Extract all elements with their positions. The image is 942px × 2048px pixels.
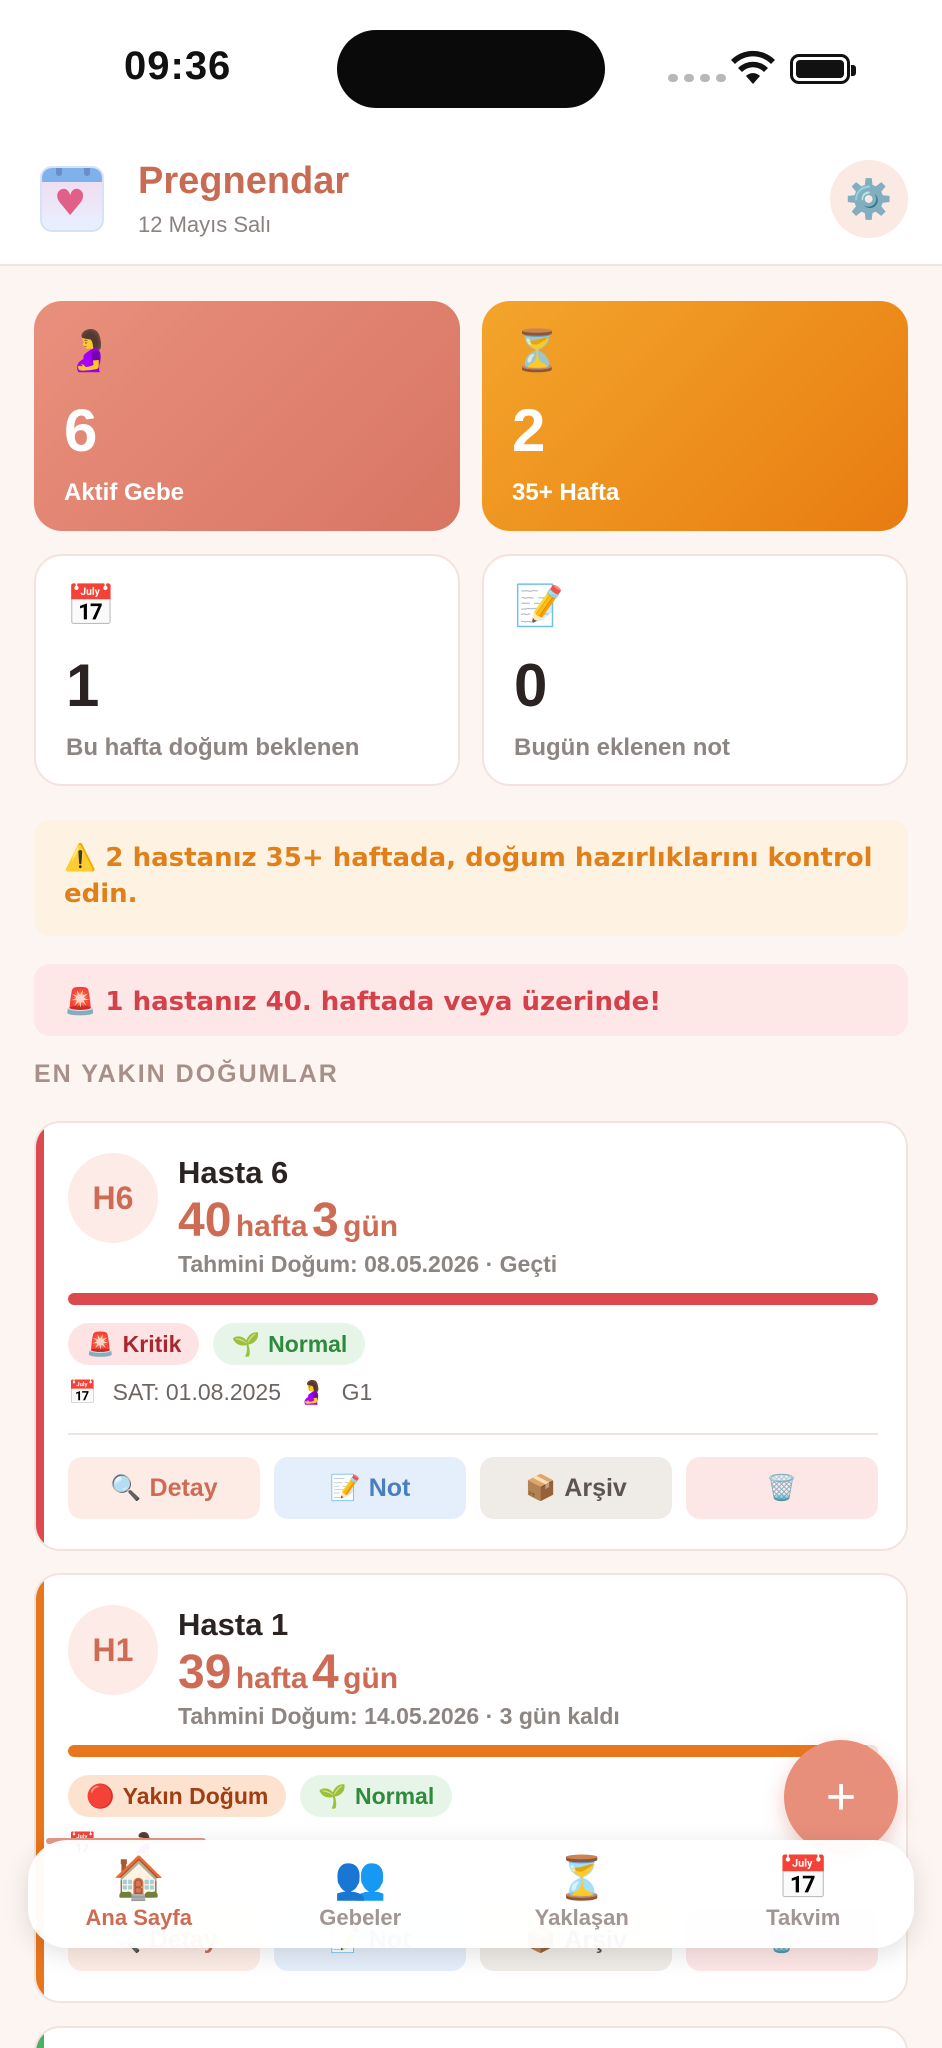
- tab-upcoming[interactable]: ⏳ Yaklaşan: [482, 1857, 682, 1931]
- risk-color-bar: [36, 1123, 44, 1549]
- tag-row: 🚨 Kritik 🌱 Normal: [68, 1323, 366, 1365]
- status-time: 09:36: [124, 44, 232, 88]
- seedling-icon: 🌱: [318, 1783, 347, 1810]
- near-birth-tag: 🔴 Yakın Doğum: [68, 1775, 287, 1817]
- stat-value: 1: [66, 652, 100, 719]
- stat-label: Bugün eklenen not: [514, 734, 730, 761]
- critical-tag: 🚨 Kritik: [68, 1323, 200, 1365]
- risk-color-bar: [36, 2028, 44, 2048]
- divider: [68, 1433, 878, 1435]
- pregnant-woman-icon: 🤰: [297, 1380, 326, 1406]
- weeks-value: 40: [178, 1194, 232, 1247]
- days-value: 3: [311, 1194, 339, 1247]
- progress-fill: [68, 1745, 870, 1757]
- patient-name: Hasta 1: [178, 1607, 289, 1642]
- weeks-unit: hafta: [235, 1662, 308, 1695]
- stat-card-35-weeks[interactable]: ⏳ 2 35+ Hafta: [482, 301, 908, 531]
- cellular-signal-icon: [668, 74, 726, 82]
- hourglass-icon: ⏳: [512, 328, 562, 374]
- progress-fill: [68, 1293, 878, 1305]
- people-icon: 👥: [334, 1853, 387, 1902]
- settings-button[interactable]: ⚙️: [830, 160, 908, 238]
- patient-avatar: H1: [68, 1605, 158, 1695]
- pregnancy-age: 39 hafta 4 gün: [178, 1645, 398, 1700]
- warning-alert: ⚠️ 2 hastanız 35+ haftada, doğum hazırlı…: [34, 820, 908, 936]
- tab-label: Takvim: [766, 1905, 841, 1930]
- pregnant-woman-icon: 🤰: [64, 328, 114, 374]
- tag-label: Kritik: [122, 1330, 182, 1357]
- add-patient-button[interactable]: +: [784, 1740, 898, 1854]
- calendar-icon: 📅: [68, 1380, 97, 1406]
- normal-tag: 🌱 Normal: [213, 1323, 366, 1365]
- status-bar: 09:36: [0, 0, 942, 140]
- stat-label: Bu hafta doğum beklenen: [66, 734, 360, 761]
- dynamic-island: [337, 30, 605, 108]
- siren-icon: 🚨: [86, 1331, 115, 1358]
- magnifier-icon: 🔍: [110, 1473, 142, 1502]
- weeks-unit: hafta: [235, 1210, 308, 1243]
- critical-alert: 🚨 1 hastanız 40. haftada veya üzerinde!: [34, 964, 908, 1036]
- days-unit: gün: [343, 1210, 399, 1243]
- info-row: 📅 SAT: 01.08.2025 🤰 G1: [68, 1379, 372, 1406]
- stat-card-due-this-week[interactable]: 📅 1 Bu hafta doğum beklenen: [34, 554, 460, 786]
- app-logo-icon: ♥: [40, 166, 104, 232]
- battery-icon: [790, 54, 856, 84]
- detail-button[interactable]: 🔍 Detay: [68, 1457, 260, 1519]
- lmp-date: SAT: 01.08.2025: [112, 1379, 282, 1405]
- tag-label: Normal: [354, 1782, 435, 1809]
- delete-button[interactable]: 🗑️: [686, 1457, 878, 1519]
- wifi-icon: [731, 50, 775, 84]
- header-date: 12 Mayıs Salı: [138, 212, 272, 237]
- patient-name: Hasta 6: [178, 1155, 289, 1190]
- tab-label: Yaklaşan: [534, 1905, 629, 1930]
- patient-card[interactable]: H6 Hasta 6 40 hafta 3 gün Tahmini Doğum:…: [34, 1121, 908, 1551]
- due-date: Tahmini Doğum: 14.05.2026 · 3 gün kaldı: [178, 1703, 620, 1729]
- due-date: Tahmini Doğum: 08.05.2026 · Geçti: [178, 1251, 558, 1277]
- tab-pregnant-list[interactable]: 👥 Gebeler: [260, 1857, 460, 1931]
- memo-icon: 📝: [329, 1473, 361, 1502]
- action-row: 🔍 Detay 📝 Not 📦 Arşiv 🗑️: [68, 1457, 878, 1519]
- bottom-navigation: 🏠 Ana Sayfa 👥 Gebeler ⏳ Yaklaşan 📅 Takvi…: [28, 1840, 914, 1948]
- pregnancy-progress-bar: [68, 1293, 878, 1305]
- hourglass-icon: ⏳: [555, 1853, 608, 1902]
- section-title-upcoming-births: EN YAKIN DOĞUMLAR: [34, 1060, 339, 1088]
- pregnancy-progress-bar: [68, 1745, 878, 1757]
- app-title: Pregnendar: [138, 160, 350, 202]
- trash-icon: 🗑️: [766, 1473, 798, 1502]
- stat-card-notes-today[interactable]: 📝 0 Bugün eklenen not: [482, 554, 908, 786]
- stat-value: 2: [512, 397, 546, 464]
- tag-label: Yakın Doğum: [122, 1782, 269, 1809]
- note-button[interactable]: 📝 Not: [274, 1457, 466, 1519]
- gravida: G1: [341, 1379, 373, 1405]
- calendar-icon: 📅: [777, 1853, 830, 1902]
- tag-label: Normal: [268, 1330, 348, 1357]
- tab-calendar[interactable]: 📅 Takvim: [703, 1857, 903, 1931]
- tag-row: 🔴 Yakın Doğum 🌱 Normal: [68, 1775, 453, 1817]
- tab-label: Ana Sayfa: [85, 1905, 192, 1930]
- patient-card[interactable]: [34, 2026, 908, 2048]
- stat-value: 6: [64, 397, 98, 464]
- seedling-icon: 🌱: [231, 1331, 261, 1358]
- stat-label: 35+ Hafta: [512, 479, 620, 506]
- stat-card-active-pregnant[interactable]: 🤰 6 Aktif Gebe: [34, 301, 460, 531]
- patient-avatar: H6: [68, 1153, 158, 1243]
- package-icon: 📦: [525, 1473, 557, 1502]
- days-unit: gün: [343, 1662, 399, 1695]
- archive-button[interactable]: 📦 Arşiv: [480, 1457, 672, 1519]
- tab-home[interactable]: 🏠 Ana Sayfa: [39, 1857, 239, 1931]
- memo-icon: 📝: [514, 583, 564, 629]
- weeks-value: 39: [178, 1646, 232, 1699]
- house-icon: 🏠: [112, 1853, 165, 1902]
- days-value: 4: [311, 1646, 339, 1699]
- stat-label: Aktif Gebe: [64, 479, 185, 506]
- gear-icon: ⚙️: [845, 176, 893, 221]
- calendar-icon: 📅: [66, 583, 116, 629]
- normal-tag: 🌱 Normal: [300, 1775, 453, 1817]
- tab-label: Gebeler: [319, 1905, 402, 1930]
- plus-icon: +: [825, 1768, 857, 1826]
- app-header: ♥ Pregnendar 12 Mayıs Salı ⚙️: [0, 140, 942, 266]
- stat-value: 0: [514, 652, 548, 719]
- red-circle-icon: 🔴: [86, 1783, 115, 1810]
- pregnancy-age: 40 hafta 3 gün: [178, 1193, 398, 1248]
